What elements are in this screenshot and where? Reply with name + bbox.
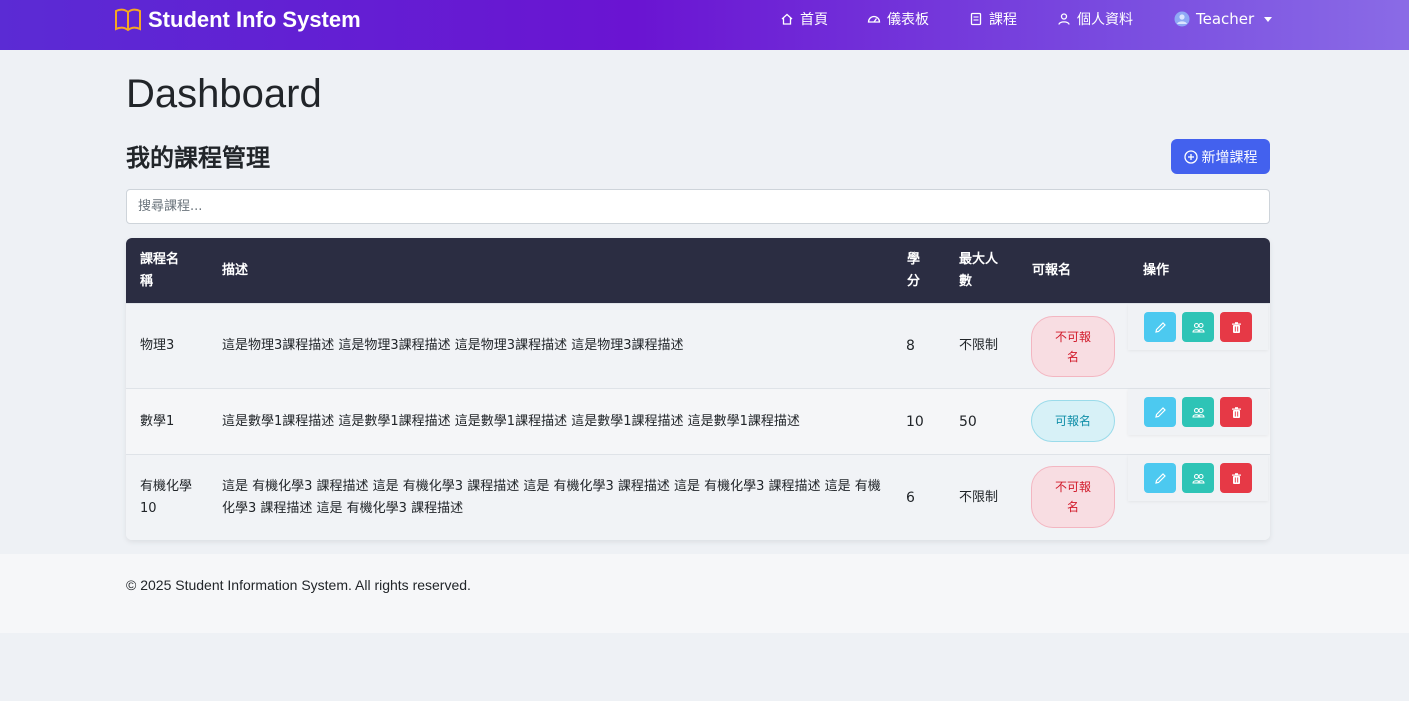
footer: © 2025 Student Information System. All r… [0, 554, 1409, 633]
edit-button[interactable] [1144, 463, 1176, 493]
pencil-icon [1154, 406, 1166, 418]
nav-item-label: 儀表板 [887, 12, 929, 28]
students-button[interactable] [1182, 397, 1214, 427]
status-badge: 不可報名 [1031, 466, 1115, 528]
nav-item-label: 首頁 [800, 12, 828, 28]
pencil-icon [1154, 472, 1166, 484]
delete-button[interactable] [1220, 312, 1252, 342]
pencil-icon [1154, 321, 1166, 333]
add-course-button[interactable]: 新增課程 [1171, 139, 1270, 174]
cell-max: 不限制 [959, 489, 999, 505]
col-header-actions: 操作 [1143, 262, 1170, 278]
caret-down-icon [1264, 16, 1273, 22]
trash-icon [1231, 406, 1241, 418]
row-actions [1128, 304, 1268, 350]
cell-name: 有機化學10 [140, 478, 193, 516]
col-header-name: 課程名稱 [140, 251, 180, 289]
page-title: Dashboard [126, 72, 322, 116]
cell-credits: 10 [906, 413, 924, 430]
people-icon [1191, 407, 1205, 418]
row-actions [1128, 389, 1268, 435]
status-badge: 可報名 [1031, 400, 1115, 442]
edit-button[interactable] [1144, 397, 1176, 427]
plus-circle-icon [1183, 149, 1198, 164]
cell-description: 這是 有機化學3 課程描述 這是 有機化學3 課程描述 這是 有機化學3 課程描… [222, 478, 881, 516]
nav-item-dashboard[interactable]: 儀表板 [867, 9, 929, 29]
cell-description: 這是數學1課程描述 這是數學1課程描述 這是數學1課程描述 這是數學1課程描述 … [222, 413, 800, 429]
user-name: Teacher [1196, 10, 1255, 28]
cell-name: 數學1 [140, 413, 175, 429]
col-header-credits: 學分 [907, 251, 921, 289]
delete-button[interactable] [1220, 397, 1252, 427]
brand-name: Student Info System [148, 7, 361, 32]
students-button[interactable] [1182, 463, 1214, 493]
cell-max: 不限制 [959, 338, 999, 353]
section-title: 我的課程管理 [126, 144, 270, 172]
copyright-text: © 2025 Student Information System. All r… [126, 577, 471, 593]
nav-item-label: 個人資料 [1077, 12, 1133, 28]
nav-item-label: 課程 [989, 12, 1017, 28]
table-row: 數學1 這是數學1課程描述 這是數學1課程描述 這是數學1課程描述 這是數學1課… [126, 388, 1270, 454]
open-book-icon [115, 8, 141, 32]
trash-icon [1231, 321, 1241, 333]
students-button[interactable] [1182, 312, 1214, 342]
delete-button[interactable] [1220, 463, 1252, 493]
nav-item-profile[interactable]: 個人資料 [1057, 9, 1133, 29]
row-actions [1128, 455, 1268, 501]
col-header-description: 描述 [222, 262, 249, 278]
cell-credits: 6 [906, 489, 915, 506]
courses-table: 課程名稱 描述 學分 最大人數 可報名 操作 物理3 這是物理3課程描述 這是物… [126, 238, 1270, 540]
people-icon [1191, 473, 1205, 484]
book-icon [970, 12, 982, 26]
table-header: 課程名稱 描述 學分 最大人數 可報名 操作 [126, 238, 1270, 303]
search-input[interactable] [126, 189, 1270, 224]
top-navbar: Student Info System 首頁 儀表板 課程 個人資料 Teach… [0, 0, 1409, 50]
user-menu-dropdown[interactable]: Teacher [1174, 10, 1273, 28]
table-row: 有機化學10 這是 有機化學3 課程描述 這是 有機化學3 課程描述 這是 有機… [126, 454, 1270, 540]
table-row: 物理3 這是物理3課程描述 這是物理3課程描述 這是物理3課程描述 這是物理3課… [126, 303, 1270, 388]
status-badge: 不可報名 [1031, 316, 1115, 377]
nav-item-courses[interactable]: 課程 [969, 9, 1017, 29]
home-icon [781, 13, 793, 25]
cell-max: 50 [959, 413, 977, 430]
trash-icon [1231, 472, 1241, 484]
brand-link[interactable]: Student Info System [114, 5, 361, 35]
cell-description: 這是物理3課程描述 這是物理3課程描述 這是物理3課程描述 這是物理3課程描述 [222, 338, 684, 353]
col-header-enrollable: 可報名 [1032, 262, 1072, 278]
cell-credits: 8 [906, 338, 915, 354]
edit-button[interactable] [1144, 312, 1176, 342]
user-circle-icon [1174, 11, 1190, 27]
people-icon [1191, 322, 1205, 333]
cell-name: 物理3 [140, 338, 175, 353]
person-icon [1058, 13, 1070, 25]
add-course-label: 新增課程 [1201, 149, 1258, 166]
col-header-max: 最大人數 [959, 251, 999, 289]
nav-item-home[interactable]: 首頁 [780, 9, 828, 29]
gauge-icon [867, 15, 881, 23]
